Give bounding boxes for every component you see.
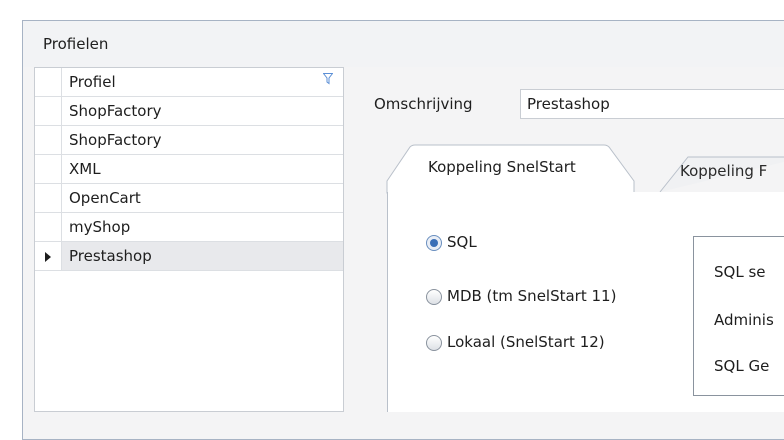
group-header: Profielen xyxy=(23,21,784,68)
group-title: Profielen xyxy=(43,35,109,53)
sql-options-panel: SQL se Adminis SQL Ge xyxy=(693,236,784,396)
row-indicator xyxy=(35,213,62,241)
table-cell-profiel: myShop xyxy=(69,218,131,236)
radio-label: SQL xyxy=(447,233,477,251)
radio-label: Lokaal (SnelStart 12) xyxy=(447,333,605,351)
radio-dot[interactable] xyxy=(426,335,442,351)
filter-icon[interactable] xyxy=(323,73,333,85)
table-row-selected[interactable]: Prestashop xyxy=(35,242,343,271)
table-row[interactable]: XML xyxy=(35,155,343,184)
option-sql-gebruiker[interactable]: SQL Ge xyxy=(714,357,769,375)
table-cell-profiel: ShopFactory xyxy=(69,131,162,149)
grid-header-indicator xyxy=(35,68,62,96)
table-row[interactable]: ShopFactory xyxy=(35,126,343,155)
row-indicator xyxy=(35,242,62,270)
radio-dot-checked[interactable] xyxy=(426,235,442,251)
row-indicator xyxy=(35,97,62,125)
table-row[interactable]: ShopFactory xyxy=(35,97,343,126)
profiles-grid: Profiel ShopFactory ShopFactory XML Open… xyxy=(34,67,344,412)
table-cell-profiel: Prestashop xyxy=(69,247,152,265)
omschrijving-input[interactable] xyxy=(520,89,784,119)
tab-koppeling-f[interactable]: Koppeling F xyxy=(680,162,767,180)
grid-header-row: Profiel xyxy=(35,68,343,97)
row-indicator xyxy=(35,126,62,154)
radio-label: MDB (tm SnelStart 11) xyxy=(447,287,617,305)
omschrijving-label: Omschrijving xyxy=(374,95,473,113)
radio-dot[interactable] xyxy=(426,289,442,305)
tab-koppeling-snelstart[interactable]: Koppeling SnelStart xyxy=(428,158,576,176)
table-cell-profiel: ShopFactory xyxy=(69,102,162,120)
triangle-right-icon xyxy=(45,252,51,262)
table-cell-profiel: OpenCart xyxy=(69,189,141,207)
option-sql-server[interactable]: SQL se xyxy=(714,263,766,281)
column-header-profiel[interactable]: Profiel xyxy=(69,73,116,91)
option-administratie[interactable]: Adminis xyxy=(714,311,774,329)
table-row[interactable]: OpenCart xyxy=(35,184,343,213)
row-indicator xyxy=(35,155,62,183)
table-row[interactable]: myShop xyxy=(35,213,343,242)
row-indicator xyxy=(35,184,62,212)
table-cell-profiel: XML xyxy=(69,160,101,178)
